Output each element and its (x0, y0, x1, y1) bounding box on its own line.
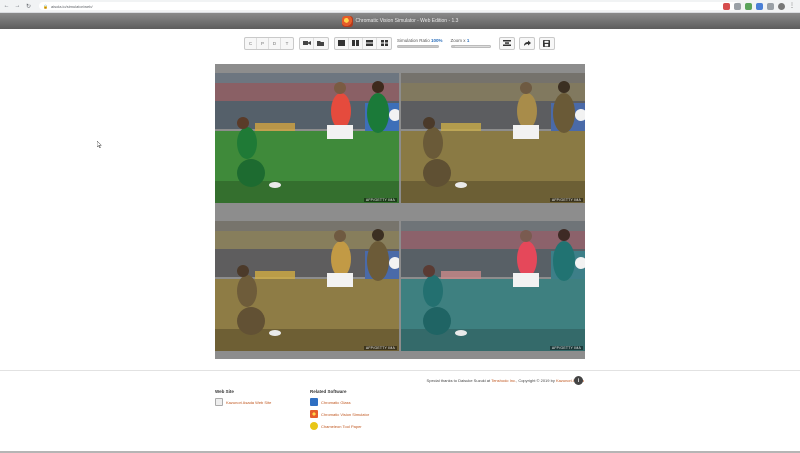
panel-deutan-simulation: AFP/GETTY IMA (215, 221, 399, 351)
simulation-ratio-track[interactable] (397, 45, 439, 48)
match-photo (401, 221, 585, 351)
reload-icon[interactable]: ↻ (24, 2, 33, 11)
more-icon[interactable]: ⋮ (789, 3, 796, 10)
zoom-slider[interactable]: Zoom x 1 (450, 38, 491, 48)
layout-group (334, 36, 392, 50)
save-icon[interactable] (538, 36, 555, 50)
lock-icon: 🔒 (43, 3, 48, 9)
related-link-label: Chameleon Tool Paper (321, 423, 362, 429)
zoom-label: Zoom x (450, 38, 466, 43)
app-title: Chromatic Vision Simulator - Web Edition… (355, 18, 459, 24)
app-header: Chromatic Vision Simulator - Web Edition… (0, 13, 800, 29)
chromatic-glass-icon (310, 398, 318, 406)
watermark: AFP/GETTY IMA (549, 198, 583, 202)
browser-toolbar: ← → ↻ 🔒 aisola.io/simulator/web/ ⋮ (0, 0, 800, 13)
avatar[interactable] (778, 3, 785, 10)
extension-icon[interactable] (767, 3, 774, 10)
simulation-ratio-fill (398, 46, 438, 47)
footer-divider (0, 370, 800, 371)
match-photo (215, 73, 399, 203)
chameleon-icon (310, 422, 318, 430)
web-site-heading: Web Site (215, 389, 234, 394)
extension-icon[interactable] (745, 3, 752, 10)
layout-rows-icon[interactable] (363, 37, 377, 49)
watermark: AFP/GETTY IMA (363, 346, 397, 350)
extension-icon[interactable] (723, 3, 730, 10)
simulation-grid: AFP/GETTY IMA AFP/GETTY IMA AFP/GETTY IM… (215, 64, 585, 359)
web-page-icon (215, 398, 223, 406)
address-bar[interactable]: 🔒 aisola.io/simulator/web/ (39, 2, 739, 10)
layout-columns-icon[interactable] (349, 37, 363, 49)
layout-single-icon[interactable] (335, 37, 349, 49)
simulation-ratio-value: 100% (431, 38, 443, 43)
share-icon[interactable] (518, 36, 535, 50)
panel-tritan-simulation: AFP/GETTY IMA (401, 221, 585, 351)
mode-p-button[interactable]: P (257, 37, 269, 49)
app-logo-icon (341, 15, 353, 27)
forward-icon[interactable]: → (13, 2, 22, 11)
mode-d-button[interactable]: D (269, 37, 281, 49)
simulation-mode-group: C P D T (244, 36, 294, 50)
panel-protan-simulation: AFP/GETTY IMA (401, 73, 585, 203)
tenshodo-link[interactable]: Tenshodo Inc. (491, 378, 516, 383)
match-photo (401, 73, 585, 203)
related-link-chromatic-vision-simulator[interactable]: Chromatic Vision Simulator (310, 410, 369, 418)
related-link-label: Chromatic Glass (321, 399, 351, 405)
extension-icon[interactable] (756, 3, 763, 10)
mouse-cursor-icon (97, 141, 102, 148)
mode-t-button[interactable]: T (281, 38, 293, 49)
compare-icon[interactable] (498, 36, 515, 50)
credits-prefix: Special thanks to Daisuke Suzuki at (426, 378, 491, 383)
extension-icon[interactable] (734, 3, 741, 10)
related-software-section: Related Software Chromatic Glass Chromat… (310, 389, 369, 434)
zoom-fill (451, 46, 456, 47)
credits: Special thanks to Daisuke Suzuki at Tens… (427, 378, 584, 383)
zoom-value: 1 (466, 38, 470, 43)
info-icon[interactable]: i (574, 376, 583, 385)
layout-grid-icon[interactable] (377, 38, 391, 49)
folder-open-icon[interactable] (314, 38, 328, 49)
url-text: aisola.io/simulator/web/ (50, 3, 93, 9)
panel-normal-vision: AFP/GETTY IMA (215, 73, 399, 203)
web-site-link-label: Kazunori Asada Web Site (226, 399, 272, 405)
source-group (299, 36, 329, 50)
mode-c-button[interactable]: C (245, 37, 257, 49)
zoom-track[interactable] (450, 45, 491, 48)
match-photo (215, 221, 399, 351)
web-site-link[interactable]: Kazunori Asada Web Site (215, 398, 271, 406)
copyright-text: , Copyright © 2019 by (516, 378, 555, 383)
web-site-section: Web Site Kazunori Asada Web Site (215, 389, 271, 410)
watermark: AFP/GETTY IMA (363, 198, 397, 202)
simulation-ratio-label: Simulation Ratio (397, 38, 430, 43)
related-link-label: Chromatic Vision Simulator (321, 411, 370, 417)
related-link-chromatic-glass[interactable]: Chromatic Glass (310, 398, 369, 406)
related-software-heading: Related Software (310, 389, 347, 394)
simulation-ratio-slider[interactable]: Simulation Ratio 100% (397, 38, 443, 48)
related-link-chameleon-tool-paper[interactable]: Chameleon Tool Paper (310, 422, 369, 430)
back-icon[interactable]: ← (2, 2, 11, 11)
watermark: AFP/GETTY IMA (549, 346, 583, 350)
toolbar: C P D T Simulation Ratio 100% Zoom x 1 (244, 36, 559, 50)
chromatic-vision-simulator-icon (310, 410, 318, 418)
camera-icon[interactable] (300, 37, 314, 49)
